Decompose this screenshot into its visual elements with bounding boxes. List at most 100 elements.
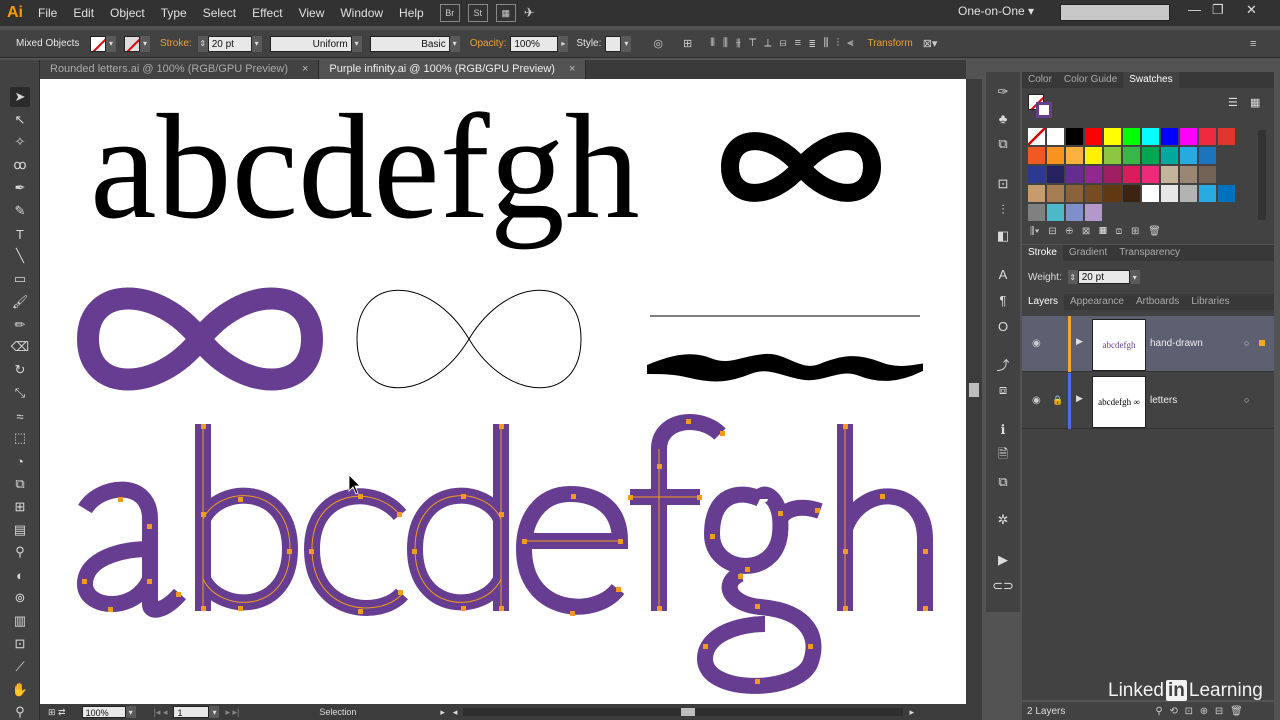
weight-dropdown[interactable]: ▾: [1129, 270, 1140, 284]
swatch[interactable]: [1142, 185, 1159, 202]
swatch[interactable]: [1066, 204, 1083, 221]
character-icon[interactable]: A: [993, 264, 1013, 284]
hscroll-right[interactable]: ▸: [909, 707, 914, 718]
magic-wand-icon[interactable]: ✧: [10, 132, 30, 152]
stroke-label[interactable]: Stroke:: [160, 38, 192, 49]
stroke-swatch-dropdown[interactable]: ▾: [140, 35, 150, 52]
swatch[interactable]: [1047, 185, 1064, 202]
swatch[interactable]: [1142, 166, 1159, 183]
swatch[interactable]: [1161, 166, 1178, 183]
opentype-icon[interactable]: O: [993, 316, 1013, 336]
status-tool-name[interactable]: Selection: [319, 707, 356, 717]
swatch[interactable]: [1142, 147, 1159, 164]
swatch-footer-icons[interactable]: ⫼▾ ⊟ ⊕ ⊠ ▦ ⊡ ⊞ 🗑: [1030, 226, 1161, 237]
asset-export-icon[interactable]: ⤴: [993, 354, 1013, 374]
tab-artboards[interactable]: Artboards: [1130, 294, 1185, 310]
zoom-field[interactable]: 100%: [81, 706, 126, 718]
tab-layers[interactable]: Layers: [1022, 294, 1065, 310]
artboard-dropdown[interactable]: ▾: [209, 706, 220, 718]
pen-tool-icon[interactable]: ✒: [10, 178, 30, 198]
align-buttons[interactable]: ⫴⫼⫵⊤⊥⊟≡≣⫼⫶⫷: [710, 37, 861, 50]
weight-field[interactable]: 20 pt: [1077, 270, 1130, 284]
width-tool-icon[interactable]: ≈: [10, 406, 30, 426]
pencil-icon[interactable]: ✏: [10, 315, 30, 335]
swatch[interactable]: [1085, 147, 1102, 164]
stroke-purple-swatch[interactable]: [1036, 102, 1052, 118]
swatch[interactable]: [1104, 147, 1121, 164]
layer-row-hand-drawn[interactable]: ◉ ▶ abcdefgh hand-drawn ○: [1022, 316, 1274, 372]
fill-stroke-indicator[interactable]: [1028, 94, 1054, 120]
swatch[interactable]: [1085, 128, 1102, 145]
profile-dropdown[interactable]: ▾: [351, 35, 362, 52]
swatch[interactable]: [1028, 128, 1045, 145]
selection-indicator[interactable]: [1259, 340, 1265, 346]
expand-triangle-icon[interactable]: ▶: [1076, 336, 1083, 347]
artboard-nav-next[interactable]: ▸ ▸|: [225, 707, 239, 718]
swatch[interactable]: [1085, 204, 1102, 221]
swatch[interactable]: [1028, 185, 1045, 202]
tab-gradient[interactable]: Gradient: [1063, 245, 1113, 261]
hscroll-thumb[interactable]: [681, 708, 696, 716]
lock-icon[interactable]: 🔒: [1052, 395, 1063, 406]
visibility-eye-icon[interactable]: ◉: [1032, 338, 1041, 349]
swatch[interactable]: [1047, 128, 1064, 145]
selection-tool-icon[interactable]: ➤: [10, 87, 30, 107]
opacity-dropdown[interactable]: ▸: [558, 35, 569, 52]
layer-name[interactable]: letters: [1150, 395, 1177, 406]
tab-stroke[interactable]: Stroke: [1022, 245, 1063, 261]
swatch[interactable]: [1199, 166, 1216, 183]
outline-infinity[interactable]: [356, 289, 582, 389]
status-icons[interactable]: ⊞ ⇄: [48, 707, 66, 718]
swatch[interactable]: [1047, 204, 1064, 221]
stock-icon[interactable]: St: [467, 4, 488, 22]
swatch[interactable]: [1123, 185, 1140, 202]
swatch[interactable]: [1066, 128, 1083, 145]
swatch-scrollbar[interactable]: [1258, 130, 1266, 220]
brush-definition[interactable]: Basic: [369, 35, 450, 52]
swatch[interactable]: [1047, 147, 1064, 164]
swatch[interactable]: [1123, 166, 1140, 183]
paragraph-icon[interactable]: ¶: [993, 290, 1013, 310]
gpu-performance-icon[interactable]: ✈: [524, 5, 535, 21]
control-bar-menu-icon[interactable]: ≡: [1250, 38, 1256, 50]
stroke-weight-field[interactable]: 20 pt: [207, 35, 252, 52]
menu-window[interactable]: Window: [332, 0, 391, 26]
bridge-icon[interactable]: Br: [439, 4, 460, 22]
links-panel-icon[interactable]: ⧉: [993, 472, 1013, 492]
swatch[interactable]: [1199, 147, 1216, 164]
transform-link[interactable]: Transform: [868, 38, 913, 49]
menu-select[interactable]: Select: [195, 0, 244, 26]
tab-color-guide[interactable]: Color Guide: [1058, 72, 1123, 88]
swatch[interactable]: [1218, 128, 1235, 145]
visibility-eye-icon[interactable]: ◉: [1032, 395, 1041, 406]
zoom-dropdown[interactable]: ▾: [125, 706, 136, 718]
lasso-icon[interactable]: ꝏ: [10, 155, 30, 175]
fill-dropdown[interactable]: ▾: [106, 35, 116, 52]
minimize-icon[interactable]: —: [1188, 2, 1201, 17]
swatch[interactable]: [1066, 185, 1083, 202]
arrange-documents-icon[interactable]: ▦: [495, 4, 516, 22]
menu-help[interactable]: Help: [391, 0, 432, 26]
layer-name[interactable]: hand-drawn: [1150, 338, 1203, 349]
swatch[interactable]: [1199, 128, 1216, 145]
opacity-field[interactable]: 100%: [510, 35, 559, 52]
actions-icon[interactable]: ▶: [993, 550, 1013, 570]
serif-letters[interactable]: abcdefgh: [90, 84, 640, 250]
swatch[interactable]: [1066, 166, 1083, 183]
swatch[interactable]: [1218, 185, 1235, 202]
tab-libraries[interactable]: Libraries: [1185, 294, 1235, 310]
zoom-tool-icon[interactable]: ⚲: [10, 702, 30, 720]
style-dropdown[interactable]: ▾: [621, 35, 632, 52]
scroll-thumb[interactable]: [969, 383, 979, 397]
swatch[interactable]: [1180, 185, 1197, 202]
document-info-icon[interactable]: 🗎: [993, 446, 1013, 466]
fill-swatch[interactable]: [90, 35, 106, 52]
swatch[interactable]: [1199, 185, 1216, 202]
close-icon[interactable]: ✕: [1246, 2, 1257, 18]
transform-panel-icon[interactable]: ⊡: [993, 174, 1013, 194]
eyedropper-icon[interactable]: ⚲: [10, 542, 30, 562]
canvas[interactable]: abcdefgh: [40, 79, 966, 704]
swatch[interactable]: [1028, 166, 1045, 183]
tab-rounded-letters[interactable]: Rounded letters.ai @ 100% (RGB/GPU Previ…: [40, 60, 320, 79]
menu-edit[interactable]: Edit: [65, 0, 102, 26]
